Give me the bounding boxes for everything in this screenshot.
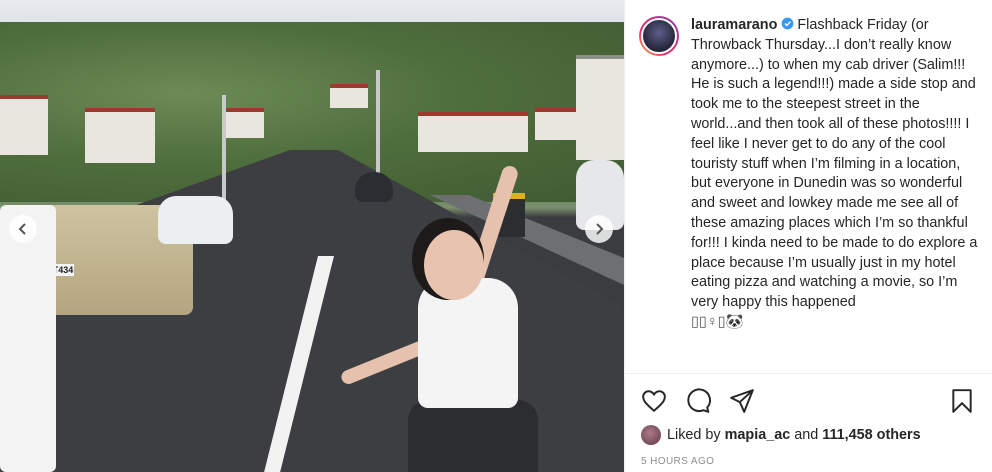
- next-photo-button[interactable]: [585, 215, 613, 243]
- chevron-left-icon: [18, 223, 26, 235]
- likes-count-link[interactable]: 111,458 others: [822, 427, 920, 443]
- caption-text-block: lauramarano Flashback Friday (or Throwbac…: [691, 16, 979, 373]
- liker-avatar[interactable]: [641, 425, 661, 445]
- post-caption: lauramarano Flashback Friday (or Throwbac…: [625, 0, 992, 373]
- share-button[interactable]: [729, 388, 757, 416]
- previous-photo-button[interactable]: [9, 215, 37, 243]
- likes-summary: Liked by mapia_ac and 111,458 others: [641, 425, 921, 445]
- avatar[interactable]: [639, 16, 679, 56]
- post-timestamp[interactable]: 5 HOURS AGO: [641, 456, 714, 467]
- bookmark-icon: [952, 389, 972, 413]
- action-bar: [641, 388, 981, 418]
- caption-body: Flashback Friday (or Throwback Thursday.…: [691, 17, 978, 311]
- avatar-image: [641, 18, 677, 54]
- like-button[interactable]: [641, 388, 669, 416]
- heart-icon: [642, 390, 666, 413]
- photo-person-legs: [408, 400, 538, 472]
- comment-icon: [687, 388, 711, 413]
- username-link[interactable]: lauramarano: [691, 17, 777, 33]
- chevron-right-icon: [596, 223, 604, 235]
- photo-dark-car: [355, 172, 393, 202]
- save-button[interactable]: [949, 388, 977, 416]
- photo-person-head: [424, 230, 484, 300]
- photo-cab: [0, 205, 56, 472]
- post-photo[interactable]: FHT434: [0, 0, 624, 472]
- liker-username-link[interactable]: mapia_ac: [725, 427, 791, 443]
- share-icon: [730, 389, 754, 413]
- divider: [625, 373, 992, 374]
- photo-white-car: [158, 196, 233, 244]
- photo-pole: [376, 70, 380, 180]
- post-side-panel: lauramarano Flashback Friday (or Throwbac…: [624, 0, 992, 472]
- verified-badge-icon: [782, 17, 794, 30]
- photo-pole: [222, 95, 226, 205]
- likes-prefix: Liked by: [667, 427, 721, 443]
- photo-person-shirt: [418, 278, 518, 408]
- likes-conjunction: and: [794, 427, 819, 443]
- comment-button[interactable]: [685, 388, 713, 416]
- caption-emoji-line: ▯▯♀▯🐼: [691, 313, 744, 330]
